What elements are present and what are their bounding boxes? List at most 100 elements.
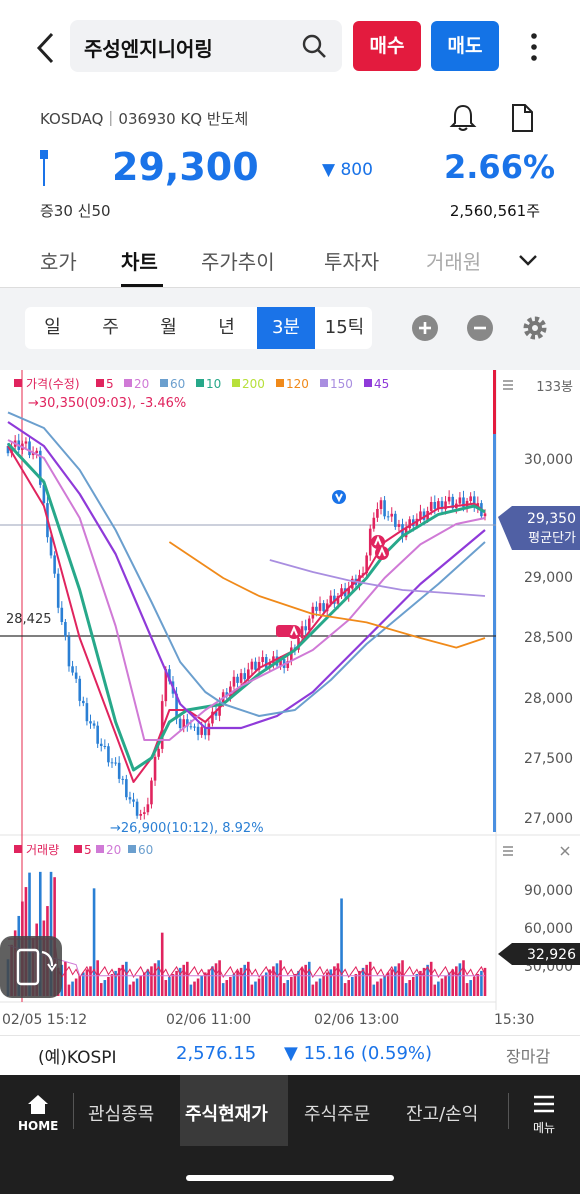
- buy-button[interactable]: 매수: [353, 21, 421, 71]
- more-vertical-icon[interactable]: [522, 30, 546, 64]
- candle-body: [429, 502, 433, 511]
- nav-menu-label: 메뉴: [532, 1121, 556, 1135]
- tab-broker[interactable]: 거래원: [426, 246, 481, 275]
- volume-ma20-line: [7, 944, 485, 977]
- volume-bar: [354, 973, 358, 996]
- rotate-screen-icon[interactable]: [0, 936, 62, 998]
- y-tick: 30,000: [524, 452, 573, 468]
- volume-bar: [139, 975, 142, 996]
- period-day[interactable]: 일: [25, 307, 80, 349]
- y-tick: 27,000: [524, 811, 573, 827]
- search-icon[interactable]: [300, 32, 328, 60]
- candle-body: [85, 703, 89, 722]
- scroll-indicator[interactable]: [493, 434, 496, 832]
- volume-menu-icon[interactable]: [503, 846, 513, 856]
- volume-bar: [343, 983, 347, 996]
- chevron-down-icon[interactable]: [516, 250, 540, 270]
- bar-count-label: 133봉: [536, 380, 573, 395]
- legend-swatch: [232, 379, 240, 387]
- candle-body: [394, 513, 397, 527]
- volume-bar: [440, 978, 444, 996]
- volume-bar: [318, 978, 322, 996]
- hamburger-icon: [534, 1095, 554, 1113]
- settings-gear-icon[interactable]: [521, 314, 549, 342]
- document-icon[interactable]: [508, 103, 536, 133]
- nav-menu[interactable]: 메뉴: [526, 1093, 562, 1136]
- close-volume-icon[interactable]: [560, 846, 570, 856]
- tab-chart[interactable]: 차트: [121, 246, 158, 275]
- nav-divider: [73, 1093, 74, 1129]
- chart-menu-icon[interactable]: [503, 380, 513, 390]
- volume-bar: [153, 963, 157, 996]
- volume-ma5-line: [8, 938, 486, 978]
- volume-bar: [125, 961, 128, 996]
- nav-balance[interactable]: 잔고/손익: [406, 1100, 478, 1126]
- period-selector: 일 주 월 년 3분 15틱: [25, 307, 372, 349]
- legend-ma-150: 150: [330, 377, 353, 391]
- back-icon[interactable]: [30, 28, 64, 68]
- kospi-name: (예)KOSPI: [38, 1048, 117, 1068]
- tab-quote[interactable]: 호가: [40, 246, 77, 275]
- period-month[interactable]: 월: [141, 307, 196, 349]
- candle-body: [236, 676, 239, 683]
- period-week[interactable]: 주: [83, 307, 138, 349]
- zoom-out-icon[interactable]: [466, 314, 494, 342]
- candle-body: [117, 762, 121, 779]
- sell-button[interactable]: 매도: [431, 21, 499, 71]
- zoom-in-icon[interactable]: [411, 314, 439, 342]
- price-chart[interactable]: 133봉 30,000 29,000 28,500 28,000 27,500 …: [0, 370, 580, 1010]
- vol-y-tick: 90,000: [524, 883, 573, 899]
- candle-body: [121, 778, 125, 780]
- candle-body: [376, 509, 379, 518]
- candle-body: [250, 661, 254, 670]
- stock-search-box[interactable]: 주성엔지니어링: [70, 20, 342, 72]
- bell-icon[interactable]: [448, 103, 478, 133]
- volume-bar: [311, 984, 315, 996]
- volume-bar: [411, 977, 415, 996]
- volume-legend: 거래량 5 20 60: [14, 843, 153, 857]
- volume-bar: [329, 969, 333, 996]
- nav-home[interactable]: HOME: [18, 1093, 58, 1133]
- candle-body: [469, 496, 472, 501]
- moving-average-lines: [6, 411, 486, 783]
- period-year[interactable]: 년: [199, 307, 254, 349]
- tab-investor[interactable]: 투자자: [324, 246, 379, 275]
- legend-ma-120: 120: [286, 377, 309, 391]
- candle-body: [372, 517, 376, 529]
- nav-divider: [508, 1093, 509, 1129]
- volume-bar: [74, 978, 78, 996]
- candle-body: [300, 626, 304, 638]
- legend-swatch: [276, 379, 284, 387]
- legend-ma-5: 5: [106, 377, 114, 391]
- volume-bar: [189, 984, 193, 996]
- price-legend: 가격(수정) 5 20 60 10 200 120 150 45: [14, 377, 389, 391]
- candle-body: [193, 726, 196, 728]
- volume-bar: [315, 981, 318, 996]
- volume-bar: [465, 983, 469, 996]
- nav-watchlist[interactable]: 관심종목: [88, 1100, 154, 1126]
- volume-bar: [433, 984, 437, 996]
- candle-body: [458, 497, 462, 504]
- volume-bar: [300, 967, 304, 996]
- volume-bar: [67, 984, 71, 996]
- period-3min[interactable]: 3분: [257, 307, 315, 349]
- volume-bar: [322, 975, 325, 996]
- period-15tick[interactable]: 15틱: [317, 307, 372, 349]
- candle-body: [157, 748, 160, 757]
- candle-body: [146, 804, 150, 813]
- candle-body: [103, 746, 107, 747]
- legend-swatch: [196, 379, 204, 387]
- candle-body: [261, 657, 264, 662]
- legend-ma-45: 45: [374, 377, 389, 391]
- volume-bar: [451, 969, 455, 996]
- volume-bar: [211, 966, 214, 996]
- candle-body: [311, 606, 315, 619]
- nav-order[interactable]: 주식주문: [304, 1100, 370, 1126]
- nav-current-price[interactable]: 주식현재가: [185, 1100, 268, 1126]
- volume-bar: [429, 961, 433, 996]
- tab-price-trend[interactable]: 주가추이: [201, 246, 275, 275]
- candle-body: [67, 636, 71, 667]
- x-tick: 15:30: [494, 1012, 535, 1028]
- x-tick: 02/05 15:12: [2, 1012, 88, 1028]
- volume-bar: [214, 963, 218, 996]
